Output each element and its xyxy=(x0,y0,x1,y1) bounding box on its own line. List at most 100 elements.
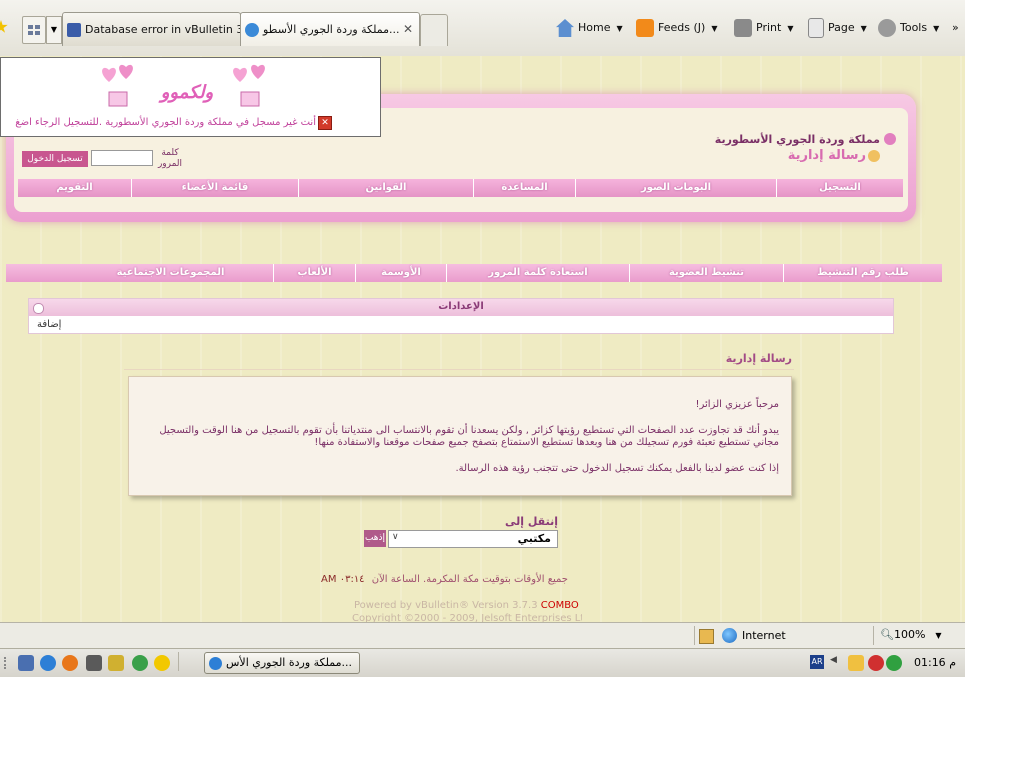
tab-label: مملكة وردة الجوري الأسطو... xyxy=(263,23,400,36)
chevron-down-icon: ▼ xyxy=(935,631,942,640)
web-page: مملكة وردة الجوري الأسطورية رسالة إدارية… xyxy=(0,56,965,622)
ie-page-icon xyxy=(209,656,222,670)
chevron-down-icon[interactable]: ▼ xyxy=(861,24,867,33)
taskbar-window-button[interactable]: مملكة وردة الجوري الأس... xyxy=(204,652,360,674)
chevron-down-icon[interactable]: ▼ xyxy=(711,24,717,33)
login-button[interactable]: تسجيل الدخول xyxy=(22,151,88,167)
message-heading: رسالة إدارية xyxy=(725,352,792,365)
nav-albums[interactable]: البومات الصور xyxy=(576,179,777,197)
globe-icon xyxy=(722,628,737,643)
vbulletin-favicon-icon xyxy=(67,23,81,37)
protected-mode-icon xyxy=(699,629,714,644)
tab-list-dropdown[interactable]: ▼ xyxy=(46,16,62,44)
tab-rose-kingdom[interactable]: مملكة وردة الجوري الأسطو... ✕ xyxy=(240,12,420,46)
close-tab-icon[interactable]: ✕ xyxy=(403,13,413,46)
footer-time-line: جميع الأوقات بتوقيت مكة المكرمة. الساعة … xyxy=(298,574,568,585)
password-field[interactable] xyxy=(91,150,153,166)
browser-status-bar: Internet 🔍︎100% ▼ xyxy=(0,622,965,648)
nav-recover-password[interactable]: استعادة كلمة المرور xyxy=(447,264,630,282)
messenger-icon[interactable] xyxy=(132,655,148,671)
zoom-control[interactable]: 🔍︎100% ▼ xyxy=(880,628,942,641)
ie-icon[interactable] xyxy=(40,655,56,671)
tab-grid-button[interactable] xyxy=(22,16,46,44)
nav-calendar[interactable]: التقويم xyxy=(18,179,132,197)
ie-page-icon xyxy=(245,23,259,37)
site-name[interactable]: مملكة وردة الجوري الأسطورية xyxy=(700,133,880,146)
heart-gift-icon xyxy=(229,64,269,110)
heart-gift-icon xyxy=(99,64,137,110)
chevron-down-icon[interactable]: ▼ xyxy=(616,24,622,33)
message-body: يبدو أنك قد تجاوزت عدد الصفحات التي تستط… xyxy=(159,425,779,448)
sub-nav: طلب رقم التنشيط تنشيط العضوية استعادة كل… xyxy=(6,264,942,282)
nav-members-list[interactable]: قائمة الأعضاء xyxy=(132,179,299,197)
network-icon[interactable] xyxy=(868,655,884,671)
header-nav: التسجيل البومات الصور المساعدة القوانين … xyxy=(18,179,903,197)
toolbar-overflow-button[interactable]: » xyxy=(952,18,959,38)
page-menu-button[interactable]: Page ▼ xyxy=(808,18,867,39)
collapse-icon[interactable] xyxy=(33,303,44,314)
magnifier-icon: 🔍︎ xyxy=(880,628,894,641)
chevron-down-icon[interactable]: ▼ xyxy=(933,24,939,33)
quick-tabs-icon xyxy=(28,25,40,35)
taskbar-grip xyxy=(4,657,12,669)
browser-command-bar: ▼ Database error in vBulletin 3.... مملك… xyxy=(0,0,965,57)
nav-help[interactable]: المساعدة xyxy=(474,179,576,197)
guest-message: أنت غير مسجل في مملكة وردة الجوري الأسطو… xyxy=(15,117,316,128)
firefox-icon[interactable] xyxy=(62,655,78,671)
print-button[interactable]: Print ▼ xyxy=(734,18,793,39)
message-divider xyxy=(124,369,794,370)
password-label: كلمة المرور xyxy=(157,148,183,169)
settings-header: الإعدادات xyxy=(29,299,893,316)
message-greeting: مرحباً عزيزي الزائر! xyxy=(695,399,779,410)
home-button[interactable]: Home ▼ xyxy=(556,18,623,39)
jump-label: إنتقل إلى xyxy=(505,515,558,528)
mail-icon[interactable] xyxy=(848,655,864,671)
guest-popup: ولكموو ✕ أنت غير مسجل في مملكة وردة الجو… xyxy=(0,57,381,137)
nav-games[interactable]: الألعاب xyxy=(274,264,356,282)
tray-arrow-icon[interactable]: ◀ xyxy=(830,655,837,665)
settings-panel: الإعدادات إضافة xyxy=(28,298,894,334)
tools-menu-button[interactable]: Tools ▼ xyxy=(878,18,939,39)
nav-activation-code[interactable]: طلب رقم التنشيط xyxy=(784,264,942,282)
popup-close-icon[interactable]: ✕ xyxy=(318,116,332,130)
add-link[interactable]: إضافة xyxy=(37,319,61,330)
clock[interactable]: 01:16 م xyxy=(908,656,956,669)
chevron-down-icon: ∨ xyxy=(392,532,399,542)
page-icon xyxy=(808,18,824,38)
nav-register[interactable]: التسجيل xyxy=(777,179,903,197)
nav-rules[interactable]: القوانين xyxy=(299,179,474,197)
chevron-down-icon[interactable]: ▼ xyxy=(787,24,793,33)
welcome-logo-text: ولكموو xyxy=(160,82,214,103)
tab-label: Database error in vBulletin 3.... xyxy=(85,23,241,36)
media-icon[interactable] xyxy=(86,655,102,671)
nav-medals[interactable]: الأوسمة xyxy=(356,264,447,282)
zone-label: Internet xyxy=(742,629,786,642)
show-desktop-icon[interactable] xyxy=(18,655,34,671)
feeds-button[interactable]: Feeds (J) ▼ xyxy=(636,18,717,39)
tab-database-error[interactable]: Database error in vBulletin 3.... xyxy=(62,12,241,46)
printer-icon xyxy=(734,19,752,37)
current-time: ٠٣:١٤ AM xyxy=(321,574,365,585)
message-box: مرحباً عزيزي الزائر! يبدو أنك قد تجاوزت … xyxy=(128,376,792,496)
rose-icon xyxy=(884,133,896,145)
rss-icon xyxy=(636,19,654,37)
nav-activate-account[interactable]: تنشيط العضوية xyxy=(630,264,784,282)
language-indicator[interactable]: AR xyxy=(810,655,824,669)
favorites-star-icon[interactable] xyxy=(0,20,8,33)
nav-social-groups[interactable]: المجموعات الاجتماعية xyxy=(68,264,274,282)
message-note: إذا كنت عضو لدينا بالفعل يمكنك تسجيل الد… xyxy=(455,463,779,474)
home-icon xyxy=(556,19,574,37)
jump-go-button[interactable]: إذهب xyxy=(364,530,386,547)
settings-title: الإعدادات xyxy=(438,301,484,312)
smiley-icon[interactable] xyxy=(154,655,170,671)
combo-label: COMBO xyxy=(540,600,579,611)
gear-icon xyxy=(878,19,896,37)
jump-selected-value: مكتبي xyxy=(517,532,551,545)
section-title: رسالة إدارية xyxy=(787,148,866,163)
user-status-icon[interactable] xyxy=(886,655,902,671)
app-icon[interactable] xyxy=(108,655,124,671)
flower-icon xyxy=(868,150,880,162)
powered-by: Powered by vBulletin® Version 3.7.3 COMB… xyxy=(354,600,579,611)
jump-select[interactable]: ∨ مكتبي xyxy=(388,530,558,548)
new-tab-button[interactable] xyxy=(420,14,448,46)
